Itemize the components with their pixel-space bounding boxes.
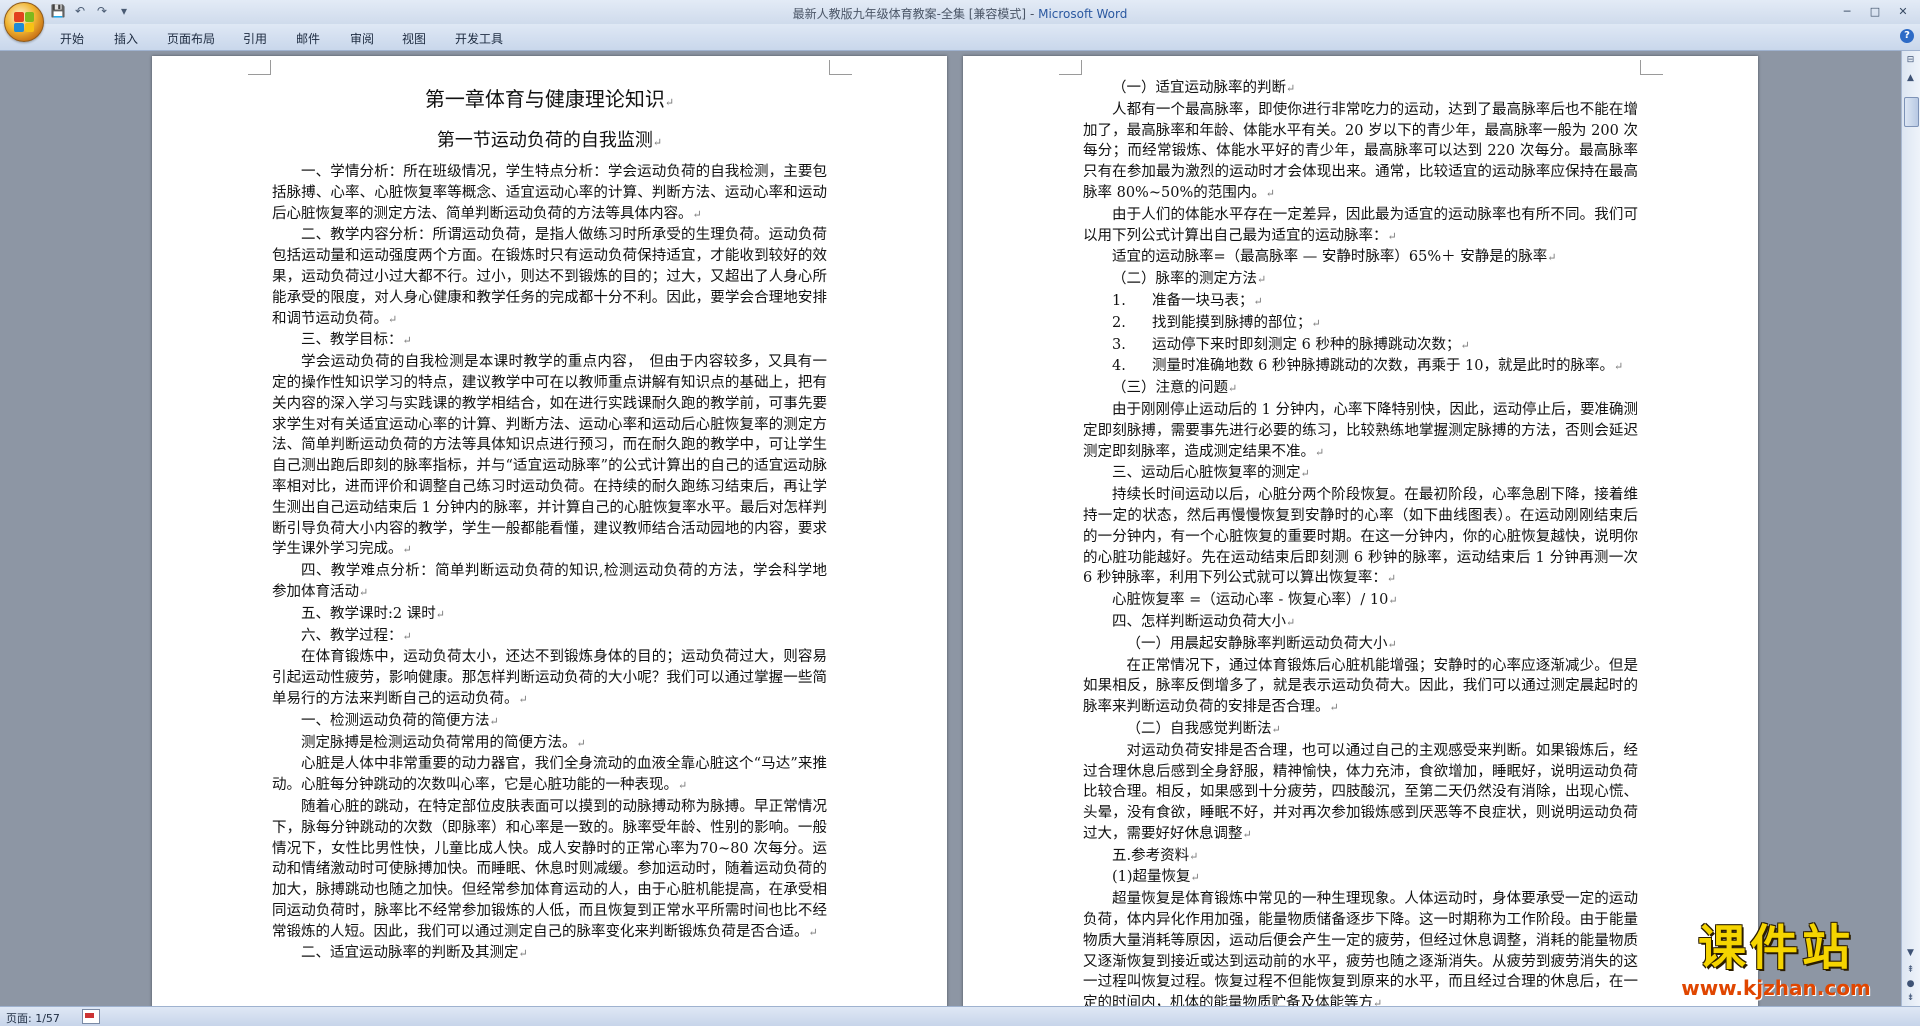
tab-page-layout[interactable]: 页面布局 bbox=[167, 30, 215, 47]
paragraph: 二、教学内容分析：所谓运动负荷，是指人做练习时所承受的生理负荷。运动负荷包括运动… bbox=[272, 227, 827, 327]
scroll-down-icon[interactable]: ▼ bbox=[1903, 946, 1918, 961]
tab-insert[interactable]: 插入 bbox=[114, 30, 138, 47]
paragraph: (1)超量恢复↵ bbox=[1112, 869, 1200, 886]
tab-view[interactable]: 视图 bbox=[402, 30, 426, 47]
proofing-icon[interactable] bbox=[82, 1009, 100, 1024]
page-text[interactable]: （一）适宜运动脉率的判断↵ 人都有一个最高脉率，即使你进行非常吃力的运动，达到了… bbox=[1083, 78, 1638, 1006]
paragraph: 由于人们的体能水平存在一定差异，因此最为适宜的运动脉率也有所不同。我们可以用下列… bbox=[1083, 206, 1638, 244]
paragraph: 四、教学难点分析：简单判断运动负荷的知识,检测运动负荷的方法，学会科学地参加体育… bbox=[272, 563, 827, 600]
watermark-title: 课件站 bbox=[1697, 920, 1854, 976]
scroll-up-icon[interactable]: ▲ bbox=[1903, 71, 1918, 86]
paragraph: 四、怎样判断运动负荷大小↵ bbox=[1112, 613, 1296, 630]
scroll-thumb[interactable] bbox=[1904, 97, 1919, 127]
tab-references[interactable]: 引用 bbox=[243, 30, 267, 47]
tab-review[interactable]: 审阅 bbox=[350, 30, 374, 47]
list-item: 3. 运动停下来时即刻测定 6 秒种的脉搏跳动次数；↵ bbox=[1112, 336, 1470, 353]
crop-mark bbox=[248, 60, 271, 75]
title-separator: - bbox=[1026, 7, 1039, 21]
paragraph: 持续长时间运动以后，心脏分两个阶段恢复。在最初阶段，心率急剧下降，接着维持一定的… bbox=[1083, 487, 1638, 587]
paragraph: 一、学情分析：所在班级情况，学生特点分析：学会运动负荷的自我检测，主要包括脉搏、… bbox=[272, 164, 827, 222]
crop-mark bbox=[1640, 60, 1663, 75]
help-icon[interactable]: ? bbox=[1900, 29, 1914, 43]
paragraph: （二）脉率的测定方法↵ bbox=[1112, 271, 1267, 288]
paragraph: 在正常情况下，通过体育锻炼后心脏机能增强；安静时的心率应逐渐减少。但是如果相反，… bbox=[1083, 657, 1638, 716]
chapter-heading: 第一章体育与健康理论知识↵ bbox=[424, 87, 675, 111]
window-title: 最新人教版九年级体育教案-全集 [兼容模式] - Microsoft Word bbox=[0, 5, 1920, 22]
list-item: 2. 找到能摸到脉搏的部位；↵ bbox=[1112, 314, 1321, 331]
app-name: Microsoft Word bbox=[1038, 7, 1128, 21]
paragraph: 超量恢复是体育锻炼中常见的一种生理现象。人体运动时，身体要承受一定的运动负荷，体… bbox=[1083, 891, 1638, 1006]
vertical-scrollbar[interactable]: ⊟ ▲ ▼ ⇞ ● ⇟ bbox=[1901, 51, 1920, 1006]
minimize-icon[interactable]: ─ bbox=[1834, 2, 1860, 20]
paragraph: 心脏是人体中非常重要的动力器官，我们全身流动的血液全靠心脏这个“马达”来推动。心… bbox=[272, 756, 827, 794]
formula: 心脏恢复率 =（运动心率 - 恢复心率）/ 10↵ bbox=[1112, 592, 1398, 609]
document-name: 最新人教版九年级体育教案-全集 [兼容模式] bbox=[792, 7, 1027, 21]
paragraph: 在体育锻炼中，运动负荷太小，还达不到锻炼身体的目的；运动负荷过大，则容易引起运动… bbox=[272, 649, 827, 707]
close-icon[interactable]: ✕ bbox=[1890, 2, 1916, 20]
paragraph: 由于刚刚停止运动后的 1 分钟内，心率下降特别快，因此，运动停止后，要准确测定即… bbox=[1083, 401, 1638, 460]
paragraph: 学会运动负荷的自我检测是本课时教学的重点内容， 但由于内容较多，又具有一定的操作… bbox=[272, 354, 827, 558]
office-logo-icon bbox=[14, 12, 34, 32]
ribbon-tabs: 开始 插入 页面布局 引用 邮件 审阅 视图 开发工具 ? bbox=[0, 24, 1920, 51]
list-item: 1. 准备一块马表；↵ bbox=[1112, 292, 1263, 309]
paragraph: 六、教学过程：↵ bbox=[301, 627, 412, 644]
paragraph: 五.参考资料↵ bbox=[1112, 847, 1199, 864]
paragraph: 五、教学课时:2 课时↵ bbox=[301, 605, 445, 622]
tab-home[interactable]: 开始 bbox=[60, 30, 84, 47]
maximize-icon[interactable]: □ bbox=[1862, 2, 1888, 20]
paragraph: 一、检测运动负荷的简便方法↵ bbox=[301, 712, 499, 729]
select-browse-object-icon[interactable]: ● bbox=[1903, 977, 1918, 992]
status-bar: 页面: 1/57 bbox=[0, 1006, 1920, 1026]
tab-developer[interactable]: 开发工具 bbox=[455, 30, 503, 47]
formula: 适宜的运动脉率=（最高脉率 — 安静时脉率）65%＋ 安静是的脉率↵ bbox=[1112, 249, 1557, 266]
paragraph: 人都有一个最高脉率，即使你进行非常吃力的运动，达到了最高脉率后也不能在增加了，最… bbox=[1083, 101, 1638, 201]
next-page-icon[interactable]: ⇟ bbox=[1903, 991, 1918, 1006]
paragraph: （二）自我感觉判断法↵ bbox=[1126, 720, 1281, 737]
document-workspace: 第一章体育与健康理论知识↵ 第一节运动负荷的自我监测↵ 一、学情分析：所在班级情… bbox=[0, 51, 1902, 1006]
title-bar: 💾 ↶ ↷ ▾ 最新人教版九年级体育教案-全集 [兼容模式] - Microso… bbox=[0, 0, 1920, 42]
paragraph: 二、适宜运动脉率的判断及其测定↵ bbox=[301, 945, 528, 962]
page-text[interactable]: 第一章体育与健康理论知识↵ 第一节运动负荷的自我监测↵ 一、学情分析：所在班级情… bbox=[272, 82, 827, 965]
office-button[interactable] bbox=[4, 2, 44, 42]
paragraph: （三）注意的问题↵ bbox=[1112, 380, 1238, 397]
watermark-url: www.kjzhan.com bbox=[1681, 976, 1871, 1000]
section-heading: 第一节运动负荷的自我监测↵ bbox=[436, 130, 663, 151]
paragraph: 测定脉搏是检测运动负荷常用的简便方法。↵ bbox=[301, 734, 586, 751]
paragraph: 三、教学目标：↵ bbox=[301, 332, 412, 349]
paragraph: 对运动负荷安排是否合理，也可以通过自己的主观感受来判断。如果锻炼后，经过合理休息… bbox=[1083, 742, 1638, 842]
crop-mark bbox=[829, 60, 852, 75]
ruler-toggle-icon[interactable]: ⊟ bbox=[1903, 53, 1918, 68]
list-item: 4. 测量时准确地数 6 秒钟脉搏跳动的次数，再乘于 10，就是此时的脉率。↵ bbox=[1112, 358, 1624, 375]
document-page-1: 第一章体育与健康理论知识↵ 第一节运动负荷的自我监测↵ 一、学情分析：所在班级情… bbox=[152, 56, 947, 1006]
previous-page-icon[interactable]: ⇞ bbox=[1903, 963, 1918, 978]
document-page-2: （一）适宜运动脉率的判断↵ 人都有一个最高脉率，即使你进行非常吃力的运动，达到了… bbox=[963, 56, 1758, 1006]
site-watermark: 课件站 www.kjzhan.com bbox=[1656, 920, 1896, 1006]
paragraph: 随着心脏的跳动，在特定部位皮肤表面可以摸到的动脉搏动称为脉搏。早正常情况下，脉每… bbox=[272, 798, 827, 940]
tab-mailings[interactable]: 邮件 bbox=[296, 30, 320, 47]
paragraph: （一）用晨起安静脉率判断运动负荷大小↵ bbox=[1126, 635, 1397, 652]
paragraph: 三、运动后心脏恢复率的测定↵ bbox=[1112, 465, 1310, 482]
crop-mark bbox=[1059, 60, 1082, 75]
page-indicator[interactable]: 页面: 1/57 bbox=[6, 1010, 60, 1026]
paragraph: （一）适宜运动脉率的判断↵ bbox=[1112, 80, 1296, 96]
window-controls: ─ □ ✕ bbox=[1834, 2, 1916, 20]
